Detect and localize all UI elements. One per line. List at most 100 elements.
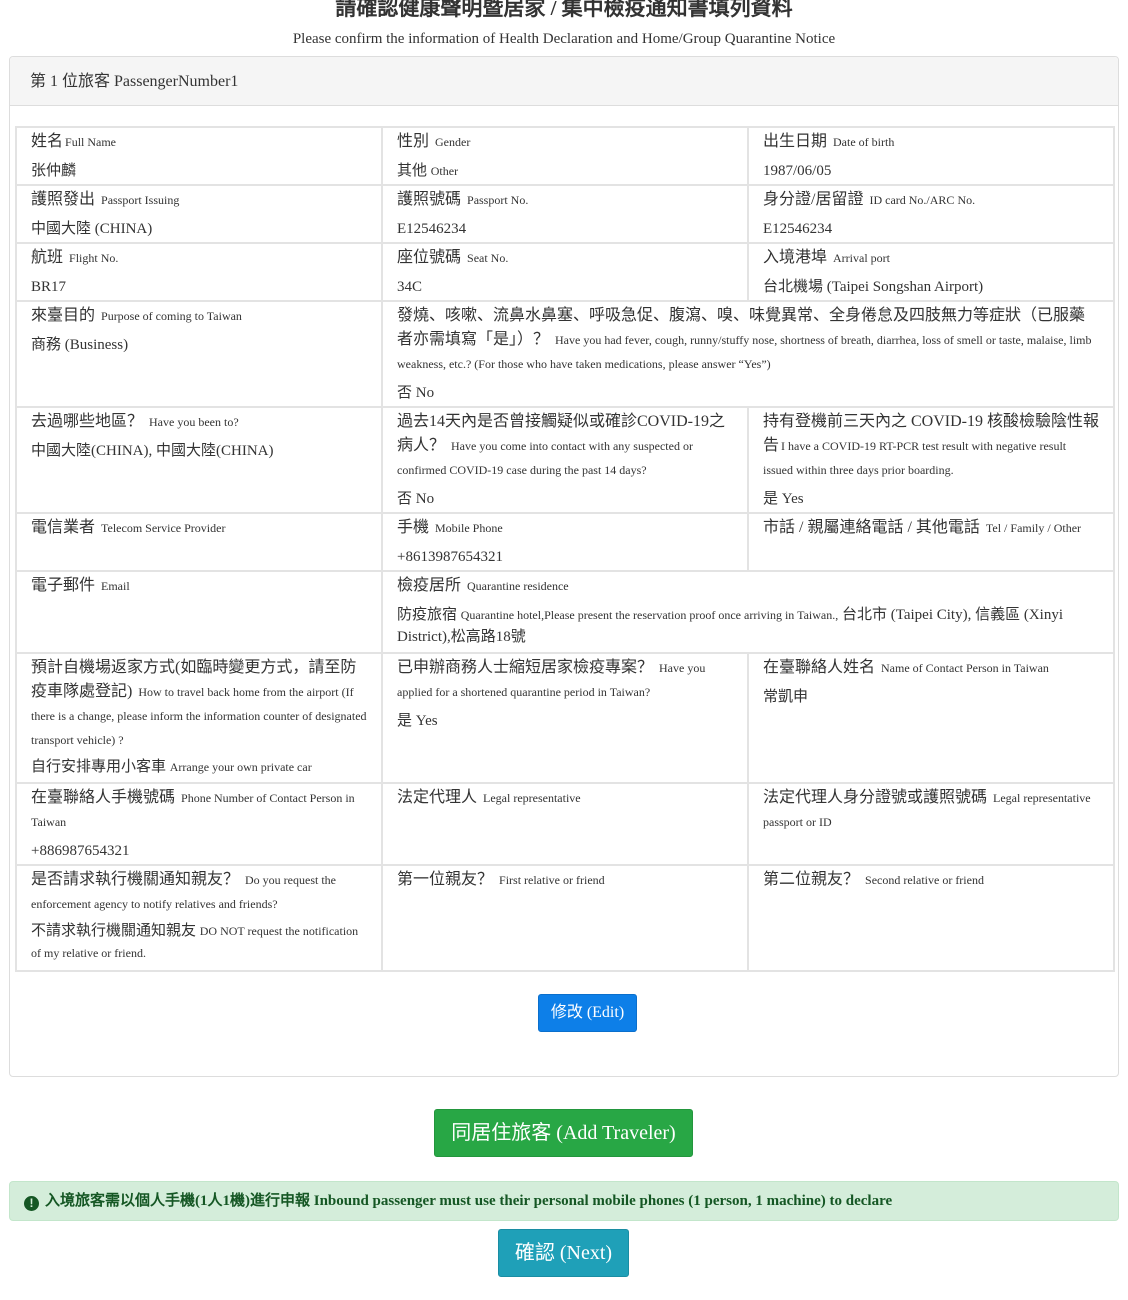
relative2-label-en: Second relative or friend bbox=[865, 873, 984, 887]
gender-label: 性別 bbox=[397, 133, 430, 150]
add-traveler-button[interactable]: 同居住旅客 (Add Traveler) bbox=[434, 1109, 693, 1157]
relative1-cell: 第一位親友？ First relative or friend bbox=[381, 864, 749, 972]
notify-value-zh: 不請求執行機關通知親友 bbox=[31, 923, 197, 939]
passport-issuing-value: 中國大陸 (CHINA) bbox=[31, 221, 153, 237]
transport-value: 自行安排專用小客車 Arrange your own private car bbox=[31, 756, 367, 778]
arrival-port-label-en: Arrival port bbox=[833, 251, 890, 265]
passport-no-cell: 護照號碼 Passport No. E12546234 bbox=[381, 184, 749, 244]
alert-text: 入境旅客需以個人手機(1人1機)進行申報 Inbound passenger m… bbox=[45, 1193, 893, 1209]
exclamation-circle-icon: ! bbox=[24, 1196, 39, 1211]
edit-button[interactable]: 修改 (Edit) bbox=[538, 994, 637, 1032]
passport-no-value: E12546234 bbox=[397, 221, 467, 237]
contact-phone-value: +886987654321 bbox=[31, 843, 130, 859]
id-card-value: E12546234 bbox=[763, 221, 833, 237]
seat-no-label: 座位號碼 bbox=[397, 249, 462, 266]
mobile-label: 手機 bbox=[397, 519, 430, 536]
arrival-port-label: 入境港埠 bbox=[763, 249, 828, 266]
full-name-cell: 姓名 Full Name 张仲麟 bbox=[15, 126, 383, 186]
dob-value: 1987/06/05 bbox=[763, 163, 832, 179]
legal-rep-label: 法定代理人 bbox=[397, 789, 478, 806]
gender-value-en: Other bbox=[430, 164, 459, 178]
mobile-label-en: Mobile Phone bbox=[435, 521, 503, 535]
seat-no-cell: 座位號碼 Seat No. 34C bbox=[381, 242, 749, 302]
flight-no-label: 航班 bbox=[31, 249, 64, 266]
quarantine-value: 防疫旅宿 Quarantine hotel,Please present the… bbox=[397, 604, 1099, 648]
table-row: 護照發出 Passport Issuing 中國大陸 (CHINA) 護照號碼 Pa… bbox=[15, 184, 1115, 244]
tel-label-en: Tel / Family / Other bbox=[985, 521, 1082, 535]
quarantine-label-en: Quarantine residence bbox=[467, 579, 569, 593]
notify-label: 是否請求執行機關通知親友？ bbox=[31, 871, 240, 888]
relative2-label: 第二位親友？ bbox=[763, 871, 860, 888]
gender-value: 其他 Other bbox=[397, 160, 733, 182]
shortened-label: 已申辦商務人士縮短居家檢疫專案？ bbox=[397, 659, 654, 676]
full-name-value: 张仲麟 bbox=[31, 163, 77, 179]
passport-issuing-label-en: Passport Issuing bbox=[101, 193, 180, 207]
dob-cell: 出生日期 Date of birth 1987/06/05 bbox=[747, 126, 1115, 186]
telecom-label: 電信業者 bbox=[31, 519, 96, 536]
passport-no-label-en: Passport No. bbox=[467, 193, 529, 207]
relative1-label: 第一位親友？ bbox=[397, 871, 494, 888]
been-to-value: 中國大陸(CHINA), 中國大陸(CHINA) bbox=[31, 443, 274, 459]
table-row: 電子郵件 Email 檢疫居所 Quarantine residence 防疫旅宿 … bbox=[15, 570, 1115, 654]
relative1-label-en: First relative or friend bbox=[499, 873, 605, 887]
arrival-port-cell: 入境港埠 Arrival port 台北機場 (Taipei Songshan A… bbox=[747, 242, 1115, 302]
gender-label-en: Gender bbox=[435, 135, 471, 149]
contact-phone-label: 在臺聯絡人手機號碼 bbox=[31, 789, 176, 806]
notify-cell: 是否請求執行機關通知親友？ Do you request the enforcem… bbox=[15, 864, 383, 972]
purpose-value: 商務 (Business) bbox=[31, 337, 129, 353]
contact-value: 否 No bbox=[397, 491, 435, 507]
id-card-cell: 身分證/居留證 ID card No./ARC No. E12546234 bbox=[747, 184, 1115, 244]
mobile-notice-alert: ! 入境旅客需以個人手機(1人1機)進行申報 Inbound passenger … bbox=[9, 1181, 1119, 1221]
id-card-label-en: ID card No./ARC No. bbox=[869, 193, 976, 207]
relative2-cell: 第二位親友？ Second relative or friend bbox=[747, 864, 1115, 972]
arrival-port-value: 台北機場 (Taipei Songshan Airport) bbox=[763, 279, 984, 295]
seat-no-label-en: Seat No. bbox=[467, 251, 509, 265]
flight-no-value: BR17 bbox=[31, 279, 67, 295]
flight-no-cell: 航班 Flight No. BR17 bbox=[15, 242, 383, 302]
id-card-label: 身分證/居留證 bbox=[763, 191, 864, 208]
been-to-label-en: Have you been to? bbox=[149, 415, 239, 429]
purpose-cell: 來臺目的 Purpose of coming to Taiwan 商務 (Busi… bbox=[15, 300, 383, 408]
tel-cell: 市話 / 親屬連絡電話 / 其他電話 Tel / Family / Other bbox=[747, 512, 1115, 572]
contact-phone-cell: 在臺聯絡人手機號碼 Phone Number of Contact Person … bbox=[15, 782, 383, 866]
contact-cell: 過去14天內是否曾接觸疑似或確診COVID-19之病人？ Have you com… bbox=[381, 406, 749, 514]
transport-cell: 預計自機場返家方式(如臨時變更方式，請至防疫車隊處登記) How to trave… bbox=[15, 652, 383, 784]
email-label: 電子郵件 bbox=[31, 577, 96, 594]
full-name-label-en: Full Name bbox=[65, 135, 117, 149]
mobile-cell: 手機 Mobile Phone +8613987654321 bbox=[381, 512, 749, 572]
flight-no-label-en: Flight No. bbox=[69, 251, 119, 265]
passport-issuing-cell: 護照發出 Passport Issuing 中國大陸 (CHINA) bbox=[15, 184, 383, 244]
shortened-value: 是 Yes bbox=[397, 713, 438, 729]
legal-rep-id-cell: 法定代理人身分證號或護照號碼 Legal representative passp… bbox=[747, 782, 1115, 866]
page-title: 請確認健康聲明暨居家 / 集中檢疫通知書填列資料 bbox=[335, 0, 793, 20]
passport-issuing-label: 護照發出 bbox=[31, 191, 96, 208]
passenger-panel-heading: 第 1 位旅客 PassengerNumber1 bbox=[10, 57, 1118, 106]
shortened-cell: 已申辦商務人士縮短居家檢疫專案？ Have you applied for a s… bbox=[381, 652, 749, 784]
table-row: 航班 Flight No. BR17 座位號碼 Seat No. 34C 入境港埠 A… bbox=[15, 242, 1115, 302]
contact-name-label-en: Name of Contact Person in Taiwan bbox=[881, 661, 1049, 675]
transport-value-zh: 自行安排專用小客車 bbox=[31, 759, 167, 775]
quarantine-cell: 檢疫居所 Quarantine residence 防疫旅宿 Quarantine… bbox=[381, 570, 1115, 654]
quarantine-value-zh: 防疫旅宿 bbox=[397, 607, 458, 623]
next-button[interactable]: 確認 (Next) bbox=[498, 1229, 629, 1277]
contact-name-value: 常凱申 bbox=[763, 689, 809, 705]
table-row: 電信業者 Telecom Service Provider 手機 Mobile Ph… bbox=[15, 512, 1115, 572]
telecom-cell: 電信業者 Telecom Service Provider bbox=[15, 512, 383, 572]
legal-rep-label-en: Legal representative bbox=[483, 791, 581, 805]
tel-label: 市話 / 親屬連絡電話 / 其他電話 bbox=[763, 519, 980, 536]
full-name-label: 姓名 bbox=[31, 133, 64, 150]
email-cell: 電子郵件 Email bbox=[15, 570, 383, 654]
been-to-label: 去過哪些地區？ bbox=[31, 413, 144, 430]
contact-name-label: 在臺聯絡人姓名 bbox=[763, 659, 876, 676]
dob-label: 出生日期 bbox=[763, 133, 828, 150]
pcr-value: 是 Yes bbox=[763, 491, 804, 507]
symptoms-cell: 發燒、咳嗽、流鼻水鼻塞、呼吸急促、腹瀉、嗅、味覺異常、全身倦怠及四肢無力等症狀（… bbox=[381, 300, 1115, 408]
been-to-cell: 去過哪些地區？ Have you been to? 中國大陸(CHINA), 中國… bbox=[15, 406, 383, 514]
pcr-cell: 持有登機前三天內之 COVID-19 核酸檢驗陰性報告 I have a COVI… bbox=[747, 406, 1115, 514]
symptoms-value: 否 No bbox=[397, 385, 435, 401]
seat-no-value: 34C bbox=[397, 279, 423, 295]
table-row: 是否請求執行機關通知親友？ Do you request the enforcem… bbox=[15, 864, 1115, 972]
table-row: 姓名 Full Name 张仲麟 性別 Gender 其他 Other 出生日期 Da… bbox=[15, 126, 1115, 186]
table-row: 來臺目的 Purpose of coming to Taiwan 商務 (Busi… bbox=[15, 300, 1115, 408]
email-label-en: Email bbox=[101, 579, 130, 593]
